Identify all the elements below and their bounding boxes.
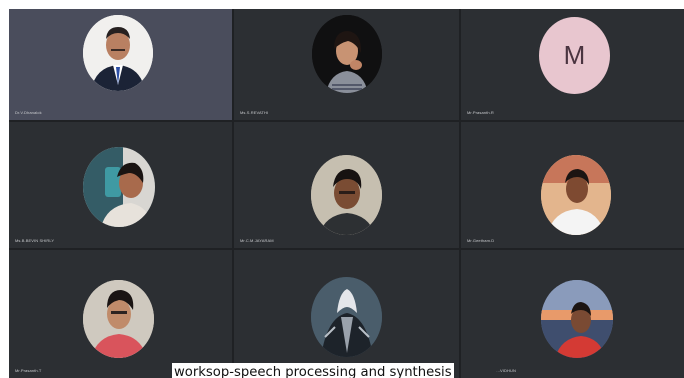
person-photo-icon [312, 15, 382, 93]
participant-tile[interactable]: Ms.S.REVATHI [234, 9, 459, 120]
participant-tile[interactable]: Mr.Prasanth.T [9, 250, 232, 378]
participant-tile[interactable]: Dr.V.Dhanalok [9, 9, 232, 120]
participant-name: Ms.S.REVATHI [240, 110, 269, 115]
participant-tile[interactable]: ...VIDHUN [461, 250, 684, 378]
person-photo-icon [311, 155, 382, 235]
person-photo-icon [541, 155, 611, 235]
participant-name: ...VIDHUN [496, 368, 516, 373]
video-grid: Dr.V.Dhanalok Ms.S.REVATHI M Mr.Prasanth… [9, 9, 684, 378]
person-photo-icon [83, 280, 154, 358]
participant-tile[interactable]: Mr.Geetham.D [461, 122, 684, 248]
caption-banner: worksop-speech processing and synthesis [172, 363, 454, 378]
person-sunset-photo-icon [541, 280, 613, 358]
participant-tile[interactable] [234, 250, 459, 378]
participant-name: Ms.B.BEVIN SHIRLY [15, 238, 55, 243]
participant-name: Mr.Geetham.D [467, 238, 495, 243]
participant-tile[interactable]: Ms.B.BEVIN SHIRLY [9, 122, 232, 248]
avatar-initial: M [563, 40, 586, 70]
person-selfie-photo-icon [83, 147, 155, 227]
participant-name: Dr.V.Dhanalok [15, 110, 42, 115]
participant-name: Mr.Prasanth.R [467, 110, 494, 115]
participant-tile[interactable]: M Mr.Prasanth.R [461, 9, 684, 120]
person-suit-photo-icon [83, 15, 153, 91]
game-character-photo-icon [311, 277, 382, 357]
participant-name: Mr.C.M.JAYARAM [240, 238, 274, 243]
participant-tile[interactable]: Mr.C.M.JAYARAM [234, 122, 459, 248]
participant-name: Mr.Prasanth.T [15, 368, 42, 373]
letter-avatar: M [539, 17, 610, 94]
